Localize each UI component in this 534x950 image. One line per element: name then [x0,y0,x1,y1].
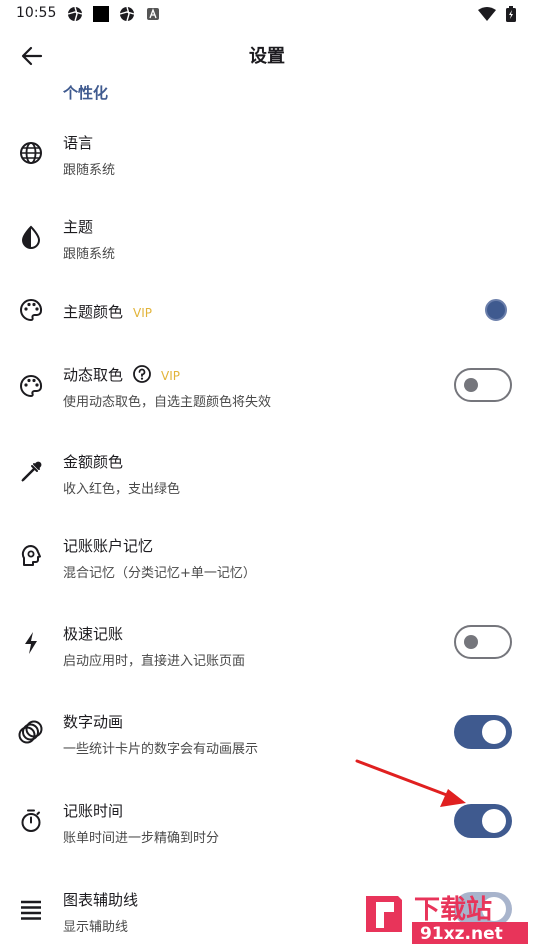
setting-title: 金额颜色 [63,453,124,471]
setting-title: 记账账户记忆 [63,537,154,555]
setting-subtitle: 使用动态取色，自选主题颜色将失效 [63,395,272,410]
setting-title: 图表辅助线 [63,891,139,909]
dynamic-color-toggle[interactable] [454,368,512,402]
vip-badge: VIP [161,369,180,383]
setting-accounting-time[interactable]: 记账时间 账单时间进一步精确到时分 [0,792,534,868]
setting-theme[interactable]: 主题 跟随系统 [0,208,534,284]
wifi-icon [478,5,496,23]
aperture-icon [118,5,136,23]
toggle-knob [464,635,478,649]
eyedropper-icon [18,459,44,485]
theme-color-swatch[interactable] [485,299,507,321]
setting-title: 主题 [63,218,94,236]
quick-accounting-toggle[interactable] [454,625,512,659]
setting-language[interactable]: 语言 跟随系统 [0,124,534,200]
timer-icon [18,808,44,834]
watermark-brand: 下载站 [414,895,492,925]
notification-icons [66,5,162,23]
toggle-knob [464,378,478,392]
lines-icon [18,897,44,923]
setting-number-animation[interactable]: 数字动画 一些统计卡片的数字会有动画展示 [0,703,534,779]
palette-icon [18,297,44,323]
toggle-knob [482,809,506,833]
setting-account-memory[interactable]: 记账账户记忆 混合记忆（分类记忆+单一记忆） [0,527,534,603]
square-icon [92,5,110,23]
setting-title: 数字动画 [63,713,124,731]
setting-quick-accounting[interactable]: 极速记账 启动应用时，直接进入记账页面 [0,615,534,691]
setting-subtitle: 跟随系统 [63,163,116,178]
setting-subtitle: 显示辅助线 [63,920,129,935]
number-animation-toggle[interactable] [454,715,512,749]
page-title: 设置 [249,46,285,67]
watermark-site: 91xz.net [420,924,503,944]
animation-rings-icon [18,719,44,745]
vip-badge: VIP [133,306,152,320]
app-bar: 设置 [0,28,534,84]
status-bar: 10:55 [0,0,534,28]
watermark: 下载站 91xz.net [362,884,532,948]
setting-subtitle: 收入红色，支出绿色 [63,482,181,497]
setting-title-text: 动态取色 [63,366,124,384]
head-memory-icon [18,543,44,569]
status-time: 10:55 [16,5,57,21]
setting-title: 动态取色 VIP [63,364,180,387]
setting-subtitle: 启动应用时，直接进入记账页面 [63,654,246,669]
setting-subtitle: 账单时间进一步精确到时分 [63,831,220,846]
globe-icon [18,140,44,166]
setting-subtitle: 一些统计卡片的数字会有动画展示 [63,742,259,757]
setting-theme-color[interactable]: 主题颜色 VIP [0,282,534,338]
setting-subtitle: 混合记忆（分类记忆+单一记忆） [63,566,256,581]
setting-dynamic-color[interactable]: 动态取色 VIP 使用动态取色，自选主题颜色将失效 [0,356,534,432]
setting-title: 极速记账 [63,625,124,643]
setting-title: 主题颜色 VIP [63,301,152,322]
aperture-icon [66,5,84,23]
lightning-icon [18,630,44,656]
question-circle-icon[interactable] [133,365,151,387]
setting-title-text: 主题颜色 [63,303,124,321]
accounting-time-toggle[interactable] [454,804,512,838]
setting-amount-color[interactable]: 金额颜色 收入红色，支出绿色 [0,443,534,519]
palette-icon [18,373,44,399]
section-header-personalization: 个性化 [63,84,109,102]
toggle-knob [482,720,506,744]
setting-subtitle: 跟随系统 [63,247,116,262]
contrast-drop-icon [18,224,44,250]
app-a-icon [144,5,162,23]
setting-title: 语言 [63,134,94,152]
setting-title: 记账时间 [63,802,124,820]
system-icons [478,5,520,23]
battery-icon [502,5,520,23]
